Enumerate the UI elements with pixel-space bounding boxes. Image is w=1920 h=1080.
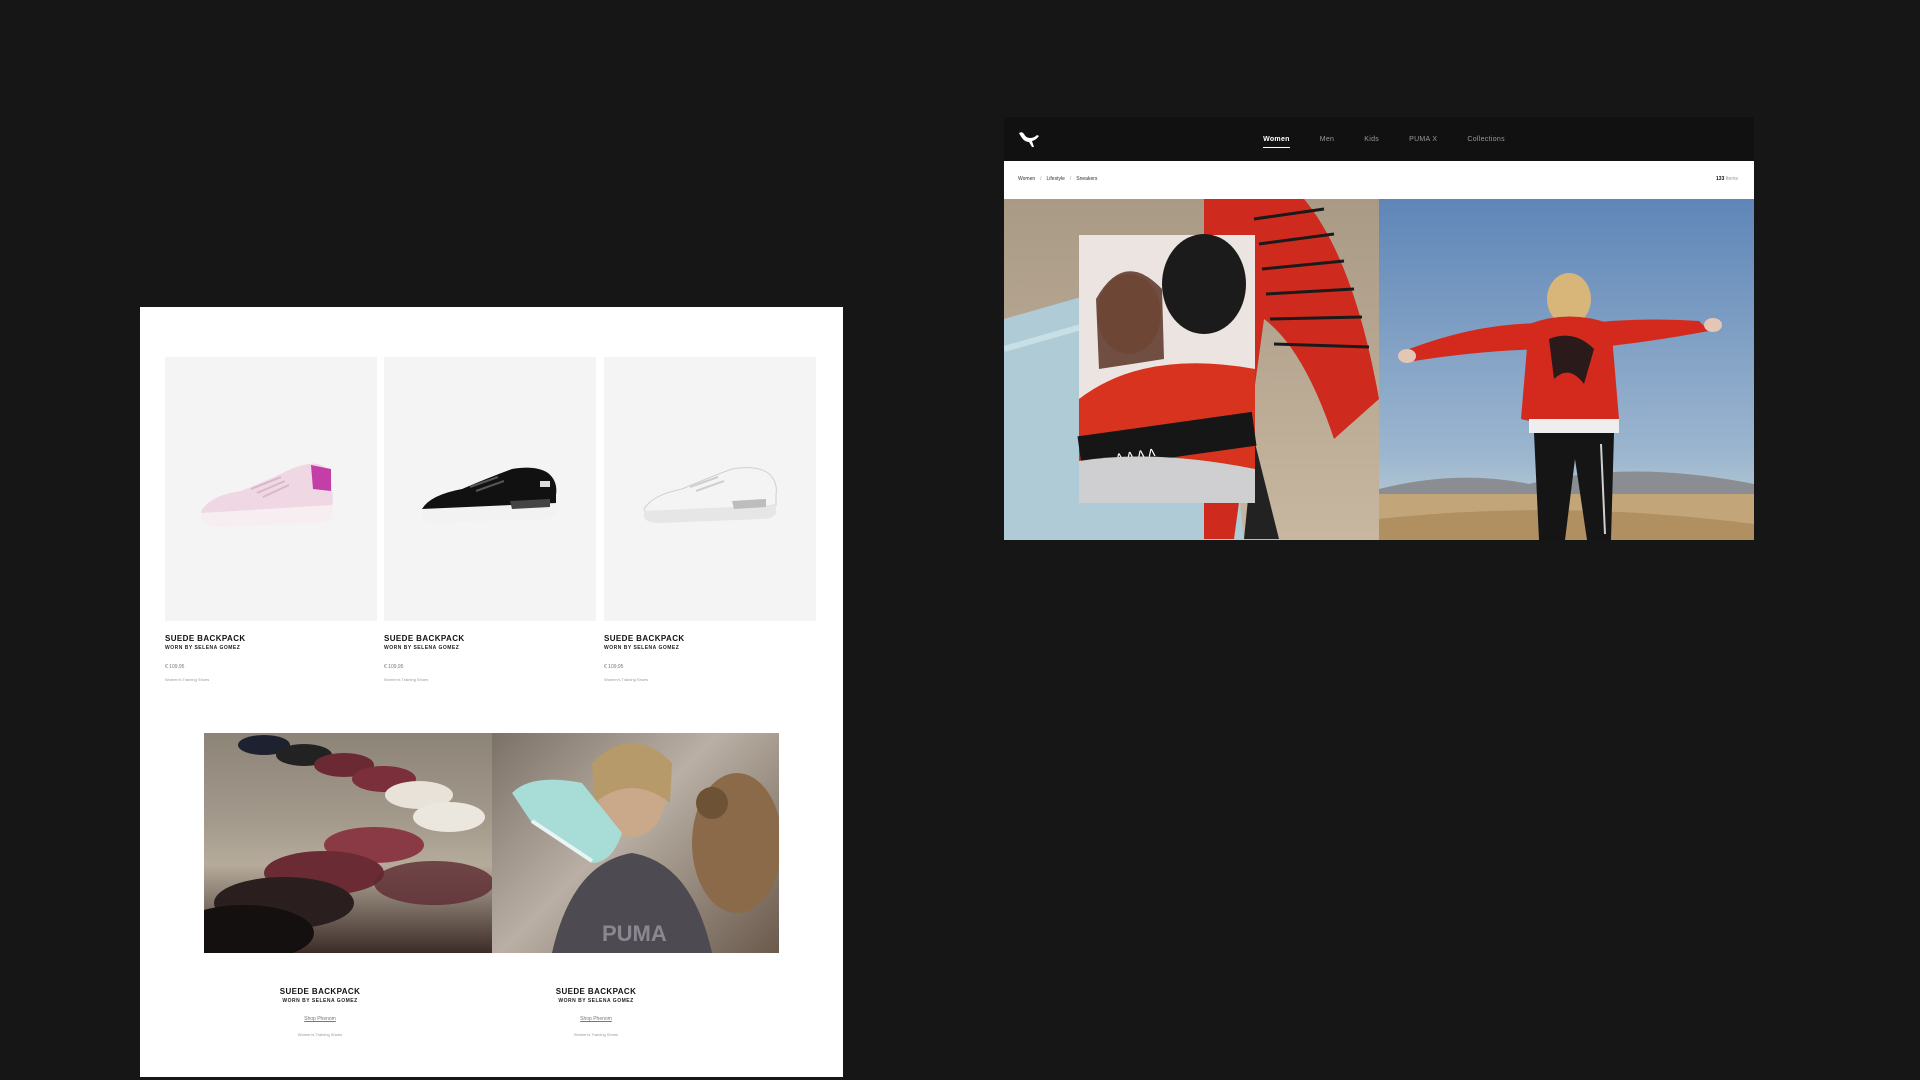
promo-subtitle: WORN BY SELENA GOMEZ [558, 998, 634, 1004]
promo-caption: SUEDE BACKPACK WORN BY SELENA GOMEZ Shop… [260, 987, 380, 1037]
product-card[interactable]: SUEDE BACKPACK WORN BY SELENA GOMEZ € 10… [165, 357, 377, 682]
product-title[interactable]: SUEDE BACKPACK [165, 634, 377, 643]
category-page-artboard: Women Men Kids PUMA X Collections Women … [1004, 117, 1754, 540]
hero-images: ᴧ ᴧ ᴧ ᴧ [1004, 199, 1754, 540]
product-subtitle: WORN BY SELENA GOMEZ [384, 645, 460, 651]
nav-collections[interactable]: Collections [1467, 132, 1505, 147]
product-image[interactable] [165, 357, 377, 621]
top-navigation: Women Men Kids PUMA X Collections [1004, 117, 1754, 161]
main-nav: Women Men Kids PUMA X Collections [1004, 117, 1754, 161]
promo-title: SUEDE BACKPACK [279, 987, 361, 996]
white-sneaker-image [643, 467, 777, 523]
breadcrumb-separator: / [1040, 176, 1042, 182]
product-category: Women's Training Shoes [384, 677, 429, 682]
nav-kids[interactable]: Kids [1364, 132, 1379, 147]
breadcrumb-item[interactable]: Lifestyle [1047, 176, 1065, 182]
sneakers-lineup-photo[interactable] [204, 733, 492, 953]
item-count: 133 Items [1716, 176, 1738, 182]
item-count-number: 133 [1716, 176, 1725, 182]
product-title[interactable]: SUEDE BACKPACK [604, 634, 816, 643]
product-image[interactable] [384, 357, 596, 621]
promo-caption: SUEDE BACKPACK WORN BY SELENA GOMEZ Shop… [536, 987, 656, 1037]
product-card[interactable]: SUEDE BACKPACK WORN BY SELENA GOMEZ € 10… [384, 357, 596, 682]
breadcrumb-item[interactable]: Women [1018, 176, 1035, 182]
nav-men[interactable]: Men [1320, 132, 1335, 147]
item-count-label: Items [1725, 176, 1738, 182]
pink-sneaker-image [201, 463, 333, 527]
promo-category: Women's Training Shoes [573, 1032, 619, 1037]
promo-subtitle: WORN BY SELENA GOMEZ [282, 998, 358, 1004]
product-listing-artboard: SUEDE BACKPACK WORN BY SELENA GOMEZ € 10… [140, 307, 843, 1077]
model-with-sneaker-photo[interactable]: PUMA [491, 733, 779, 953]
breadcrumb-bar: Women / Lifestyle / Sneakers 133 Items [1004, 161, 1754, 199]
breadcrumb-item[interactable]: Sneakers [1076, 176, 1097, 182]
product-category: Women's Training Shoes [604, 677, 649, 682]
black-sneaker-image [422, 467, 557, 523]
product-title[interactable]: SUEDE BACKPACK [384, 634, 596, 643]
hero-image-red-jacket[interactable] [1379, 199, 1754, 540]
shop-link[interactable]: Shop Phenom [580, 1016, 612, 1022]
product-price: € 109,95 [165, 664, 185, 670]
breadcrumb-separator: / [1069, 176, 1072, 182]
breadcrumb: Women / Lifestyle / Sneakers [1018, 176, 1097, 182]
product-subtitle: WORN BY SELENA GOMEZ [604, 645, 680, 651]
product-category: Women's Training Shoes [165, 677, 210, 682]
hero-image-couple[interactable]: ᴧ ᴧ ᴧ ᴧ [1004, 199, 1379, 540]
shop-link[interactable]: Shop Phenom [304, 1016, 336, 1022]
promo-title: SUEDE BACKPACK [555, 987, 637, 996]
product-image[interactable] [604, 357, 816, 621]
svg-text:PUMA: PUMA [602, 921, 667, 946]
product-card[interactable]: SUEDE BACKPACK WORN BY SELENA GOMEZ € 10… [604, 357, 816, 682]
promo-category: Women's Training Shoes [297, 1032, 343, 1037]
nav-women[interactable]: Women [1263, 132, 1290, 148]
product-price: € 109,95 [604, 664, 624, 670]
product-subtitle: WORN BY SELENA GOMEZ [165, 645, 241, 651]
nav-puma-x[interactable]: PUMA X [1409, 132, 1437, 147]
campaign-banner: PUMA [204, 733, 779, 953]
product-price: € 109,95 [384, 664, 404, 670]
